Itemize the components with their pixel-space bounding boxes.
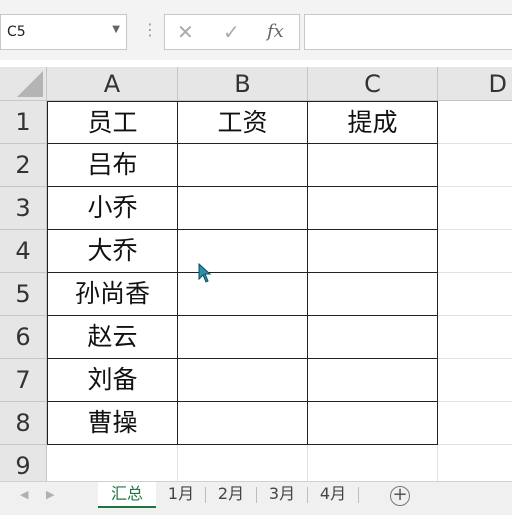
cell-c4[interactable] bbox=[308, 230, 438, 273]
cell-a3[interactable]: 小乔 bbox=[47, 187, 178, 230]
cell-d9[interactable] bbox=[438, 445, 512, 481]
cell-b9[interactable] bbox=[178, 445, 308, 481]
row-header-1[interactable]: 1 bbox=[0, 101, 47, 144]
sheet-tab-mar[interactable]: 3月 bbox=[260, 482, 304, 508]
row-header-3[interactable]: 3 bbox=[0, 187, 47, 230]
cell-a1[interactable]: 员工 bbox=[47, 101, 178, 144]
column-header-b[interactable]: B bbox=[178, 67, 308, 101]
cell-c6[interactable] bbox=[308, 316, 438, 359]
mouse-pointer-icon bbox=[198, 263, 212, 283]
cell-a8[interactable]: 曹操 bbox=[47, 402, 178, 445]
cell-d7[interactable] bbox=[438, 359, 512, 402]
select-all-corner[interactable] bbox=[0, 67, 47, 101]
cell-d8[interactable] bbox=[438, 402, 512, 445]
row-header-2[interactable]: 2 bbox=[0, 144, 47, 187]
select-all-triangle-icon bbox=[17, 71, 43, 97]
formula-input[interactable] bbox=[304, 14, 512, 50]
cell-b7[interactable] bbox=[178, 359, 308, 402]
row-header-5[interactable]: 5 bbox=[0, 273, 47, 316]
row-header-8[interactable]: 8 bbox=[0, 402, 47, 445]
name-box-value: C5 bbox=[7, 24, 26, 40]
sheet-tab-feb[interactable]: 2月 bbox=[209, 482, 253, 508]
column-header-c[interactable]: C bbox=[308, 67, 438, 101]
cell-a5[interactable]: 孙尚香 bbox=[47, 273, 178, 316]
cell-b3[interactable] bbox=[178, 187, 308, 230]
formula-bar: C5 ▼ ⋮ ✕ ✓ fx bbox=[0, 8, 512, 60]
cell-c3[interactable] bbox=[308, 187, 438, 230]
row-header-7[interactable]: 7 bbox=[0, 359, 47, 402]
column-header-d[interactable]: D bbox=[438, 67, 512, 101]
spreadsheet-grid: A B C D 1 2 3 4 5 6 7 8 9 员工 工资 提成 吕布 小乔… bbox=[0, 67, 512, 481]
name-box[interactable]: C5 ▼ bbox=[0, 14, 127, 50]
cell-d3[interactable] bbox=[438, 187, 512, 230]
row-header-6[interactable]: 6 bbox=[0, 316, 47, 359]
scroll-tabs-right-icon[interactable]: ▶ bbox=[46, 488, 54, 501]
column-header-a[interactable]: A bbox=[47, 67, 178, 101]
cell-c5[interactable] bbox=[308, 273, 438, 316]
tab-separator bbox=[256, 487, 257, 503]
tab-separator bbox=[205, 487, 206, 503]
cell-b2[interactable] bbox=[178, 144, 308, 187]
cell-c9[interactable] bbox=[308, 445, 438, 481]
cell-a6[interactable]: 赵云 bbox=[47, 316, 178, 359]
cell-c2[interactable] bbox=[308, 144, 438, 187]
check-icon[interactable]: ✓ bbox=[223, 21, 240, 43]
row-header-9[interactable]: 9 bbox=[0, 445, 47, 481]
cell-c7[interactable] bbox=[308, 359, 438, 402]
drag-handle-icon[interactable]: ⋮ bbox=[142, 22, 158, 38]
cell-d2[interactable] bbox=[438, 144, 512, 187]
row-header-4[interactable]: 4 bbox=[0, 230, 47, 273]
cell-b8[interactable] bbox=[178, 402, 308, 445]
cancel-icon[interactable]: ✕ bbox=[177, 21, 194, 43]
sheet-tab-summary[interactable]: 汇总 bbox=[98, 482, 156, 508]
cell-a2[interactable]: 吕布 bbox=[47, 144, 178, 187]
tab-separator bbox=[307, 487, 308, 503]
sheet-tab-jan[interactable]: 1月 bbox=[160, 482, 202, 508]
cell-b1[interactable]: 工资 bbox=[178, 101, 308, 144]
cell-a7[interactable]: 刘备 bbox=[47, 359, 178, 402]
chevron-down-icon[interactable]: ▼ bbox=[112, 24, 120, 35]
scroll-tabs-left-icon[interactable]: ◀ bbox=[20, 488, 28, 501]
cell-d6[interactable] bbox=[438, 316, 512, 359]
cell-c1[interactable]: 提成 bbox=[308, 101, 438, 144]
cell-d1[interactable] bbox=[438, 101, 512, 144]
sheet-tab-bar: ◀ ▶ 汇总 1月 2月 3月 4月 + bbox=[0, 481, 512, 515]
formula-buttons: ✕ ✓ fx bbox=[164, 14, 300, 50]
cell-c8[interactable] bbox=[308, 402, 438, 445]
cell-d5[interactable] bbox=[438, 273, 512, 316]
cell-b6[interactable] bbox=[178, 316, 308, 359]
cell-a9[interactable] bbox=[47, 445, 178, 481]
function-icon[interactable]: fx bbox=[267, 21, 284, 43]
cell-d4[interactable] bbox=[438, 230, 512, 273]
tab-separator bbox=[358, 487, 359, 503]
add-sheet-icon[interactable]: + bbox=[390, 486, 410, 506]
sheet-tab-apr[interactable]: 4月 bbox=[311, 482, 355, 508]
cell-a4[interactable]: 大乔 bbox=[47, 230, 178, 273]
